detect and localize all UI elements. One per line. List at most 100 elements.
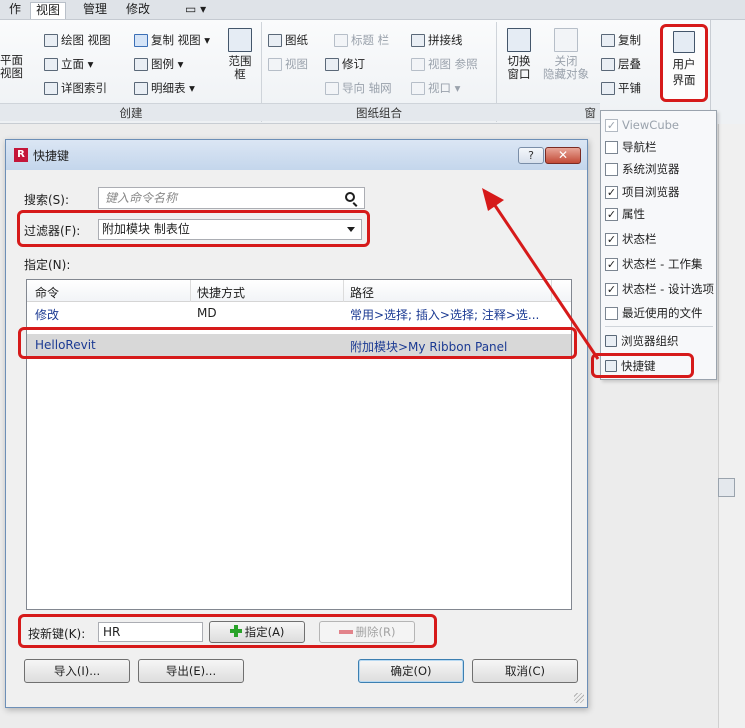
- shortcuts-dialog: R 快捷键 ? ✕ 搜索(S): 过滤器(F): 附加模块 制表位 指定(N):…: [5, 139, 588, 708]
- column-header-shortcut[interactable]: 快捷方式: [197, 284, 245, 301]
- search-input[interactable]: [105, 190, 335, 206]
- guide-grid-button[interactable]: 导向 轴网: [325, 80, 392, 96]
- title-block-button[interactable]: 标题 栏: [334, 32, 389, 48]
- close-hidden-button[interactable]: 关闭 隐藏对象: [540, 28, 592, 81]
- table-row[interactable]: 修改 MD 常用>选择; 插入>选择; 注释>选...: [27, 302, 571, 324]
- menu-item-browser-organization[interactable]: 浏览器组织: [605, 331, 715, 351]
- checkbox-checked-icon: ✓: [605, 232, 618, 246]
- drafting-view-button[interactable]: 绘图 视图: [44, 32, 111, 48]
- filter-label: 过滤器(F):: [24, 224, 81, 238]
- place-view-button[interactable]: 视图: [268, 56, 308, 72]
- tile-button[interactable]: 平铺: [601, 80, 641, 96]
- menu-item-status-bar-worksets[interactable]: ✓ 状态栏 - 工作集: [605, 254, 715, 274]
- schedule-icon: [134, 81, 148, 95]
- scope-box-icon: [228, 28, 252, 52]
- row-path: 常用>选择; 插入>选择; 注释>选...: [350, 308, 540, 322]
- tab-modify[interactable]: 修改: [121, 2, 155, 19]
- new-key-input[interactable]: HR: [98, 622, 203, 642]
- sheet-icon: [268, 33, 282, 47]
- column-divider[interactable]: [343, 280, 344, 302]
- menu-item-properties[interactable]: ✓ 属性: [605, 204, 715, 224]
- duplicate-view-button[interactable]: 复制 视图 ▾: [134, 32, 210, 48]
- assign-button[interactable]: 指定(A): [209, 621, 305, 643]
- place-view-icon: [268, 57, 282, 71]
- tab-collaborate[interactable]: 作: [4, 2, 26, 19]
- export-button[interactable]: 导出(E)...: [138, 659, 244, 683]
- revisions-button[interactable]: 修订: [325, 56, 365, 72]
- checkbox-checked-icon: ✓: [605, 282, 618, 296]
- tab-quick-access[interactable]: ▭ ▾: [180, 2, 211, 19]
- view-reference-button[interactable]: 视图 参照: [411, 56, 478, 72]
- create-group-label: 创建: [0, 103, 262, 121]
- dialog-titlebar: R 快捷键 ? ✕: [6, 140, 587, 170]
- search-label: 搜索(S):: [24, 193, 70, 207]
- menu-item-status-bar[interactable]: ✓ 状态栏: [605, 229, 715, 249]
- import-button[interactable]: 导入(I)...: [24, 659, 130, 683]
- sheet-group-label: 图纸组合: [262, 103, 496, 121]
- menu-item-project-browser[interactable]: ✓ 项目浏览器: [605, 182, 715, 202]
- matchline-icon: [411, 33, 425, 47]
- checkbox-icon: [605, 306, 618, 320]
- duplicate-view-icon: [134, 33, 148, 47]
- search-icon[interactable]: [345, 192, 355, 202]
- new-key-label: 按新键(K):: [28, 627, 86, 641]
- user-interface-button[interactable]: 用户 界面: [660, 24, 708, 102]
- plan-view-button[interactable]: 平面 视图: [0, 54, 28, 80]
- remove-button[interactable]: 删除(R): [319, 621, 415, 643]
- close-button[interactable]: ✕: [545, 147, 581, 164]
- elevation-button[interactable]: 立面 ▾: [44, 56, 93, 72]
- column-header-path[interactable]: 路径: [350, 284, 374, 301]
- ribbon-right-edge: [710, 20, 745, 124]
- sheet-button[interactable]: 图纸: [268, 32, 308, 48]
- ribbon-tab-bar: 作 视图 管理 修改 ▭ ▾: [0, 0, 745, 20]
- user-interface-icon: [673, 31, 695, 53]
- title-block-icon: [334, 33, 348, 47]
- cancel-button[interactable]: 取消(C): [472, 659, 578, 683]
- search-field[interactable]: [98, 187, 365, 209]
- legend-button[interactable]: 图例 ▾: [134, 56, 183, 72]
- viewports-button[interactable]: 视口 ▾: [411, 80, 460, 96]
- close-hidden-icon: [554, 28, 578, 52]
- menu-item-viewcube[interactable]: ✓ ViewCube: [605, 115, 715, 135]
- filter-dropdown[interactable]: 附加模块 制表位: [98, 219, 362, 240]
- shortcuts-highlight: [591, 353, 694, 378]
- side-scrollbar-thumb[interactable]: [718, 478, 735, 497]
- resize-grip-icon[interactable]: [574, 693, 584, 703]
- side-scrollbar[interactable]: [718, 124, 745, 728]
- help-button[interactable]: ?: [518, 147, 544, 164]
- menu-item-system-browser[interactable]: 系统浏览器: [605, 159, 715, 179]
- checkbox-checked-icon: ✓: [605, 257, 618, 271]
- menu-item-status-bar-design-options[interactable]: ✓ 状态栏 - 设计选项: [605, 279, 715, 299]
- ok-button[interactable]: 确定(O): [358, 659, 464, 683]
- replicate-button[interactable]: 复制: [601, 32, 641, 48]
- matchline-button[interactable]: 拼接线: [411, 32, 463, 48]
- row-highlight: [18, 327, 577, 359]
- tab-manage[interactable]: 管理: [78, 2, 112, 19]
- schedule-button[interactable]: 明细表 ▾: [134, 80, 195, 96]
- menu-item-navigation-bar[interactable]: 导航栏: [605, 137, 715, 157]
- menu-item-recent-files[interactable]: 最近使用的文件: [605, 303, 715, 323]
- column-header-command[interactable]: 命令: [35, 284, 59, 301]
- column-divider[interactable]: [551, 280, 552, 302]
- elevation-icon: [44, 57, 58, 71]
- drafting-view-icon: [44, 33, 58, 47]
- row-shortcut: MD: [197, 306, 217, 320]
- column-divider[interactable]: [190, 280, 191, 302]
- scope-box-button[interactable]: 范围 框: [222, 28, 258, 81]
- checkbox-checked-icon: ✓: [605, 118, 618, 132]
- revisions-icon: [325, 57, 339, 71]
- plus-icon: [229, 625, 242, 637]
- callout-icon: [44, 81, 58, 95]
- callout-button[interactable]: 详图索引: [44, 80, 107, 96]
- checkbox-checked-icon: ✓: [605, 185, 618, 199]
- assign-list-label: 指定(N):: [24, 258, 71, 272]
- menu-separator: [605, 326, 713, 327]
- cascade-button[interactable]: 层叠: [601, 56, 641, 72]
- row-command: 修改: [35, 308, 60, 322]
- minus-icon: [338, 630, 353, 634]
- chevron-down-icon: [347, 227, 355, 232]
- checkbox-icon: [605, 162, 618, 176]
- tab-view[interactable]: 视图: [30, 2, 67, 19]
- switch-window-button[interactable]: 切换 窗口: [501, 28, 537, 81]
- list-header: 命令 快捷方式 路径: [27, 280, 571, 302]
